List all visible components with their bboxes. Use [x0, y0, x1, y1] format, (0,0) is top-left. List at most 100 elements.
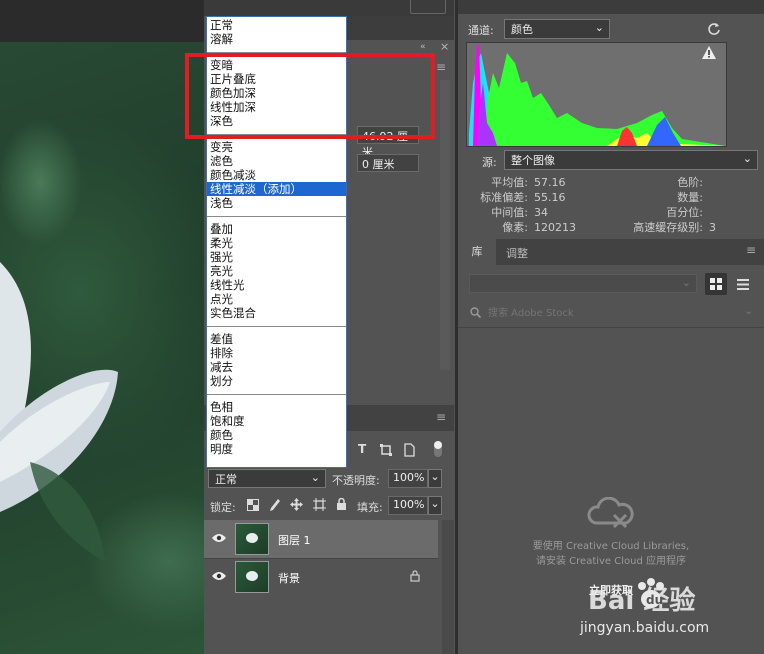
- refresh-icon[interactable]: [707, 22, 721, 36]
- baidu-watermark-url: jingyan.baidu.com: [580, 620, 710, 636]
- source-value: 整个图像: [511, 154, 555, 167]
- divider: [458, 327, 764, 328]
- channel-value: 颜色: [511, 23, 533, 36]
- visibility-eye-icon[interactable]: [212, 533, 226, 543]
- blend-mode-select[interactable]: 正常 ⌄: [208, 469, 326, 488]
- panel-collapse-button[interactable]: [410, 0, 446, 14]
- search-dropdown-icon[interactable]: ⌄: [744, 304, 753, 317]
- blend-mode-option[interactable]: 线性光: [207, 278, 346, 292]
- lotus-petals-image: [0, 262, 118, 562]
- fill-field[interactable]: 100%: [388, 496, 428, 515]
- blend-mode-option[interactable]: 滤色: [207, 154, 346, 168]
- channel-select[interactable]: 颜色 ⌄: [504, 19, 610, 39]
- lock-image-pixels-icon[interactable]: [268, 498, 280, 512]
- lock-artboard-icon[interactable]: [313, 498, 326, 511]
- blend-mode-option[interactable]: 差值: [207, 332, 346, 346]
- source-select[interactable]: 整个图像 ⌄: [504, 150, 758, 170]
- stat-row: 色阶:: [603, 175, 753, 190]
- lock-transparent-pixels-icon[interactable]: [247, 499, 259, 511]
- chevron-down-icon: ⌄: [681, 276, 691, 289]
- layers-menu-icon[interactable]: ≡: [436, 410, 446, 424]
- search-icon: [470, 307, 481, 318]
- visibility-eye-icon[interactable]: [212, 571, 226, 581]
- filter-toggle[interactable]: [434, 441, 442, 457]
- fill-value: 100%: [393, 498, 425, 511]
- properties-scrollbar[interactable]: [440, 80, 450, 370]
- collapse-arrows-icon[interactable]: «: [420, 42, 426, 52]
- opacity-field[interactable]: 100%: [388, 469, 428, 488]
- red-highlight-box: [185, 53, 435, 139]
- lock-label: 锁定:: [210, 501, 236, 514]
- shape-filter-icon[interactable]: [380, 444, 392, 456]
- tab-library[interactable]: 库: [458, 239, 496, 265]
- lock-position-icon[interactable]: [290, 498, 303, 511]
- offset-field[interactable]: 0 厘米: [357, 154, 419, 172]
- blend-mode-option[interactable]: 线性减淡（添加）: [207, 182, 346, 196]
- list-view-icon[interactable]: [737, 279, 749, 290]
- grid-view-button[interactable]: [705, 273, 727, 295]
- panel-header: [344, 16, 454, 40]
- blend-mode-option[interactable]: 变亮: [207, 140, 346, 154]
- layer-name[interactable]: 背景: [278, 570, 300, 586]
- stat-row: 百分位:: [603, 205, 753, 220]
- stat-label: 中间值:: [491, 206, 528, 219]
- lock-all-icon[interactable]: [336, 498, 347, 511]
- lotus-photo: [0, 42, 204, 654]
- panel-menu-icon[interactable]: ≡: [436, 60, 446, 74]
- stat-value: 55.16: [534, 191, 566, 204]
- blend-mode-option[interactable]: 划分: [207, 374, 346, 388]
- type-filter-icon[interactable]: T: [358, 442, 366, 456]
- smart-object-filter-icon[interactable]: [403, 443, 415, 457]
- blend-mode-option[interactable]: 饱和度: [207, 414, 346, 428]
- blend-mode-option[interactable]: 叠加: [207, 222, 346, 236]
- blend-mode-option[interactable]: 正常: [207, 18, 346, 32]
- blend-mode-option[interactable]: 柔光: [207, 236, 346, 250]
- fill-dropdown-button[interactable]: ⌄: [428, 496, 442, 515]
- opacity-dropdown-button[interactable]: ⌄: [428, 469, 442, 488]
- stat-value: 3: [709, 221, 716, 234]
- layer-thumbnail: [235, 523, 269, 555]
- blend-mode-option[interactable]: 亮光: [207, 264, 346, 278]
- layer-thumbnail: [235, 561, 269, 593]
- close-icon[interactable]: ×: [440, 40, 449, 53]
- library-menu-icon[interactable]: ≡: [746, 243, 756, 257]
- chevron-down-icon: ⌄: [742, 152, 752, 165]
- cloud-libraries-icon: [587, 497, 634, 529]
- stat-label: 数量:: [677, 191, 703, 204]
- blend-mode-option[interactable]: 颜色减淡: [207, 168, 346, 182]
- library-message-line2: 请安装 Creative Cloud 应用程序: [535, 556, 687, 567]
- stat-label: 色阶:: [677, 176, 703, 189]
- blend-mode-option[interactable]: 实色混合: [207, 306, 346, 320]
- histogram-plot: [469, 43, 726, 146]
- blend-mode-option[interactable]: 强光: [207, 250, 346, 264]
- stat-label: 高速缓存级别:: [633, 221, 703, 234]
- layer-row-layer1[interactable]: 图层 1: [204, 520, 438, 558]
- stock-search-input[interactable]: [486, 304, 730, 322]
- stat-row: 标准偏差: 55.16: [466, 190, 606, 205]
- layer-row-background[interactable]: 背景: [204, 558, 438, 597]
- library-message-line1: 要使用 Creative Cloud Libraries,: [532, 541, 690, 552]
- layer-name[interactable]: 图层 1: [278, 532, 311, 548]
- layers-scrollbar[interactable]: [442, 520, 454, 654]
- document-canvas[interactable]: [0, 0, 204, 654]
- tab-adjust[interactable]: 调整: [506, 245, 528, 261]
- blend-mode-option[interactable]: 颜色: [207, 428, 346, 442]
- stat-value: 57.16: [534, 176, 566, 189]
- warning-icon: [702, 46, 716, 59]
- blend-mode-option[interactable]: 色相: [207, 400, 346, 414]
- menu-separator: [207, 394, 346, 395]
- blend-mode-option[interactable]: 点光: [207, 292, 346, 306]
- blend-mode-value: 正常: [215, 473, 237, 486]
- stat-label: 平均值:: [491, 176, 528, 189]
- right-panel: 通道: 颜色 ⌄ 源: 整个图像 ⌄ 平均值: 57.16 标准偏差: 55.16 中间…: [455, 0, 764, 654]
- histogram-stats-left: 平均值: 57.16 标准偏差: 55.16 中间值: 34 像素: 120213: [466, 175, 606, 235]
- blend-mode-option[interactable]: 减去: [207, 360, 346, 374]
- baidu-paw-icon: du: [634, 577, 668, 611]
- blend-mode-option[interactable]: 浅色: [207, 196, 346, 210]
- library-select[interactable]: ⌄: [469, 274, 697, 293]
- blend-mode-option[interactable]: 溶解: [207, 32, 346, 46]
- blend-mode-option[interactable]: 明度: [207, 442, 346, 456]
- fill-label: 填充:: [357, 501, 383, 514]
- blend-mode-option[interactable]: 排除: [207, 346, 346, 360]
- opacity-value: 100%: [393, 471, 425, 484]
